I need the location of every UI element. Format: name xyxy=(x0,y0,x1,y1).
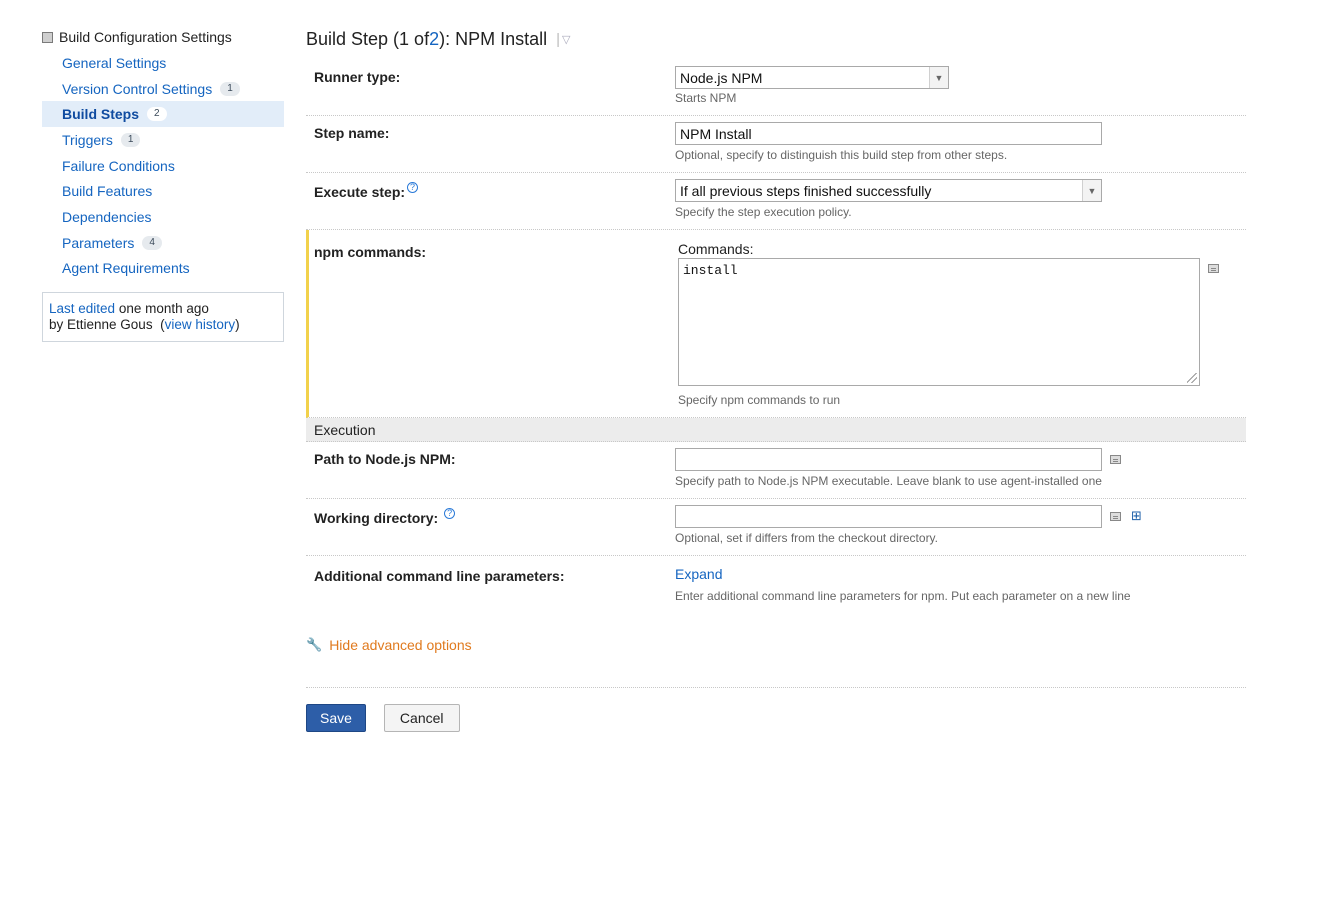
additional-params-value: Expand Enter additional command line par… xyxy=(675,556,1246,613)
last-edited-by: by Ettienne Gous xyxy=(49,317,153,333)
additional-params-label: Additional command line parameters: xyxy=(314,568,565,584)
path-npm-note: Specify path to Node.js NPM executable. … xyxy=(675,474,1102,488)
sidebar-header: Build Configuration Settings xyxy=(42,26,284,48)
npm-commands-label: npm commands: xyxy=(314,244,427,260)
runner-type-value: Node.js NPM ▼ Starts NPM xyxy=(675,60,1246,115)
sidebar-item-label: General Settings xyxy=(62,54,167,71)
build-step-form: Build Step (1 of 2): NPM Install | ▽ Run… xyxy=(306,26,1246,732)
sidebar-item-agent-requirements[interactable]: Agent Requirements xyxy=(42,256,284,282)
sidebar-item-dependencies[interactable]: Dependencies xyxy=(42,204,284,230)
expand-link[interactable]: Expand xyxy=(675,566,722,582)
runner-type-label: Runner type: xyxy=(314,69,401,85)
dropdown-arrow-icon: ▼ xyxy=(1082,180,1101,201)
parameter-list-icon[interactable] xyxy=(1110,512,1121,521)
runner-type-note: Starts NPM xyxy=(675,91,737,105)
execute-step-label: Execute step: xyxy=(314,184,406,200)
step-name-input[interactable]: NPM Install xyxy=(675,122,1102,145)
sidebar-item-label: Build Steps xyxy=(62,106,140,123)
title-suffix: ): NPM Install xyxy=(439,28,548,49)
runner-type-selected: Node.js NPM xyxy=(680,69,763,86)
step-name-note: Optional, specify to distinguish this bu… xyxy=(675,148,1008,162)
hide-advanced-options-label: Hide advanced options xyxy=(329,637,472,653)
additional-params-note: Enter additional command line parameters… xyxy=(675,589,1131,603)
sidebar-item-label: Build Features xyxy=(62,183,153,200)
settings-sidebar: Build Configuration Settings General Set… xyxy=(42,26,284,343)
path-npm-row: Path to Node.js NPM: Specify path to Nod… xyxy=(306,442,1246,499)
additional-params-row: Additional command line parameters: Expa… xyxy=(306,556,1246,613)
directory-tree-icon[interactable]: ⊞ xyxy=(1131,509,1142,524)
sidebar-item-label: Parameters xyxy=(62,234,135,251)
npm-commands-row: npm commands: Commands: install Specify … xyxy=(306,230,1246,418)
config-square-icon xyxy=(42,31,53,43)
step-name-row: Step name: NPM Install Optional, specify… xyxy=(306,116,1246,173)
count-badge: 2 xyxy=(147,107,167,122)
execute-step-selected: If all previous steps finished successfu… xyxy=(680,182,932,199)
title-separator: | xyxy=(556,30,561,48)
runner-type-select[interactable]: Node.js NPM ▼ xyxy=(675,66,949,89)
sidebar-item-label: Failure Conditions xyxy=(62,157,175,174)
execute-step-value: If all previous steps finished successfu… xyxy=(675,173,1246,229)
sidebar-item-label: Version Control Settings xyxy=(62,80,213,97)
sidebar-item-version-control-settings[interactable]: Version Control Settings 1 xyxy=(42,76,284,102)
working-dir-label: Working directory: xyxy=(314,510,439,526)
path-npm-label: Path to Node.js NPM: xyxy=(314,451,456,467)
execute-step-row: Execute step:? If all previous steps fin… xyxy=(306,173,1246,230)
npm-commands-textarea[interactable]: install xyxy=(678,258,1200,386)
count-badge: 1 xyxy=(120,132,141,147)
footer-divider xyxy=(306,687,1246,688)
help-icon[interactable]: ? xyxy=(407,182,419,193)
count-badge: 4 xyxy=(142,235,162,250)
working-dir-input[interactable] xyxy=(675,505,1102,528)
execute-step-select[interactable]: If all previous steps finished successfu… xyxy=(675,179,1102,202)
last-edited-box: Last edited one month ago by Ettienne Go… xyxy=(42,292,284,343)
form-buttons: Save Cancel xyxy=(306,704,1246,732)
working-dir-note: Optional, set if differs from the checko… xyxy=(675,531,939,545)
last-edited-link[interactable]: Last edited xyxy=(49,301,115,316)
sidebar-item-label: Agent Requirements xyxy=(62,260,190,277)
resize-grip-icon[interactable] xyxy=(1187,373,1197,383)
last-edited-when: one month ago xyxy=(118,301,209,317)
sidebar-nav: General Settings Version Control Setting… xyxy=(42,50,284,281)
page-title: Build Step (1 of 2): NPM Install | ▽ xyxy=(306,26,1246,52)
sidebar-header-label: Build Configuration Settings xyxy=(59,29,232,45)
view-history-link[interactable]: view history xyxy=(165,317,236,332)
dropdown-arrow-icon: ▼ xyxy=(929,67,948,88)
path-npm-value: Specify path to Node.js NPM executable. … xyxy=(675,442,1246,498)
parameter-list-icon[interactable] xyxy=(1110,455,1121,464)
help-icon[interactable]: ? xyxy=(444,508,456,519)
sidebar-item-failure-conditions[interactable]: Failure Conditions xyxy=(42,153,284,179)
hide-advanced-options-toggle[interactable]: 🔧 Hide advanced options xyxy=(306,635,1246,655)
step-name-value: NPM Install Optional, specify to disting… xyxy=(675,116,1246,172)
execution-section-header: Execution xyxy=(306,418,1246,442)
sidebar-item-build-features[interactable]: Build Features xyxy=(42,178,284,204)
wrench-icon: 🔧 xyxy=(306,637,323,652)
parameter-list-icon[interactable] xyxy=(1208,264,1219,273)
execute-step-note: Specify the step execution policy. xyxy=(675,205,852,219)
sidebar-item-parameters[interactable]: Parameters 4 xyxy=(42,230,284,256)
step-name-label: Step name: xyxy=(314,125,390,141)
npm-commands-text: install xyxy=(683,263,738,278)
execute-step-label-cell: Execute step:? xyxy=(306,173,675,229)
sidebar-item-label: Dependencies xyxy=(62,208,152,225)
cancel-button[interactable]: Cancel xyxy=(383,704,460,732)
total-steps-link[interactable]: 2 xyxy=(429,29,439,50)
working-dir-row: Working directory: ? ⊞ Optional, set if … xyxy=(306,499,1246,556)
count-badge: 1 xyxy=(220,81,240,96)
npm-commands-value: Commands: install Specify npm commands t… xyxy=(678,230,1246,417)
sidebar-item-build-steps[interactable]: Build Steps 2 xyxy=(42,101,284,128)
title-prefix: Build Step (1 of xyxy=(306,28,430,49)
sidebar-item-general-settings[interactable]: General Settings xyxy=(42,50,284,76)
runner-type-row: Runner type: Node.js NPM ▼ Starts NPM xyxy=(306,60,1246,116)
working-dir-label-cell: Working directory: ? xyxy=(306,499,675,555)
sidebar-item-triggers[interactable]: Triggers 1 xyxy=(42,127,284,153)
save-button[interactable]: Save xyxy=(306,704,366,732)
path-npm-input[interactable] xyxy=(675,448,1102,471)
commands-field-label: Commands: xyxy=(678,241,754,257)
npm-commands-note: Specify npm commands to run xyxy=(678,393,841,407)
working-dir-value: ⊞ Optional, set if differs from the chec… xyxy=(675,499,1246,555)
sidebar-item-label: Triggers xyxy=(62,131,113,148)
chevron-down-icon[interactable]: ▽ xyxy=(562,33,570,46)
